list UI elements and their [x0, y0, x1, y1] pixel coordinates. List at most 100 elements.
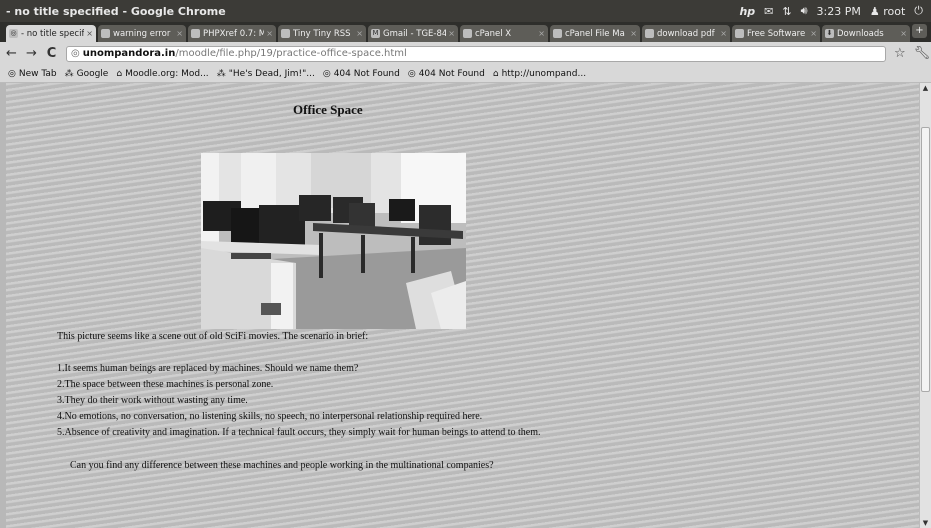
tab-practice-office-space[interactable]: ◎ - no title specif ×	[6, 25, 96, 42]
moodle-icon: ⁂	[64, 68, 74, 79]
window-title: - no title specified - Google Chrome	[6, 4, 226, 18]
bookmark-new-tab[interactable]: ◎ New Tab	[8, 69, 57, 79]
new-tab-button[interactable]: +	[912, 24, 927, 38]
bookmark-label: 404 Not Found	[418, 68, 485, 79]
bookmark-moodle-org[interactable]: ⌂ Moodle.org: Mod...	[116, 69, 208, 79]
address-bar[interactable]: ◎ unompandora.in/moodle/file.php/19/prac…	[66, 45, 886, 62]
tab-cpanel-x[interactable]: cPanel X ×	[460, 25, 548, 42]
mail-icon	[735, 29, 744, 38]
back-icon[interactable]: ←	[3, 46, 20, 61]
tab-label: - no title specif	[21, 28, 85, 39]
bookmark-star-icon[interactable]: ☆	[894, 46, 906, 61]
bookmark-label: Google	[76, 68, 109, 79]
tab-download-pdf[interactable]: download pdf ×	[642, 25, 730, 42]
address-path: /moodle/file.php/19/practice-office-spac…	[175, 48, 407, 59]
bookmark-hes-dead-jim[interactable]: ⁂ "He's Dead, Jim!"...	[217, 69, 315, 79]
reload-icon[interactable]: C	[43, 46, 60, 61]
moodle-icon: ⌂	[492, 68, 499, 79]
close-tab-icon[interactable]: ×	[266, 29, 273, 38]
wrench-icon[interactable]: 🔧︎	[914, 46, 931, 61]
bookmark-label: Moodle.org: Mod...	[125, 68, 209, 79]
intro-text: This picture seems like a scene out of o…	[57, 331, 369, 342]
tab-gmail[interactable]: M Gmail - TGE-84 ×	[368, 25, 458, 42]
list-item: 2.The space between these machines is pe…	[57, 379, 274, 390]
bookmark-google[interactable]: ⁂ Google	[65, 69, 109, 79]
cpanel-icon	[463, 29, 472, 38]
address-domain: unompandora.in	[82, 48, 176, 59]
tab-phpxref[interactable]: PHPXref 0.7: M ×	[188, 25, 276, 42]
close-tab-icon[interactable]: ×	[900, 29, 907, 38]
office-photo	[201, 153, 466, 329]
rss-icon	[281, 29, 290, 38]
question-text: Can you find any difference between thes…	[70, 460, 494, 471]
hp-logo-icon: hp	[739, 4, 756, 18]
globe-icon: ◎	[71, 48, 80, 59]
globe-icon: ◎	[322, 68, 331, 79]
globe-icon: ◎	[8, 68, 16, 79]
tab-tiny-tiny-rss[interactable]: Tiny Tiny RSS ×	[278, 25, 366, 42]
user-menu[interactable]: ♟ root	[870, 5, 905, 18]
volume-icon[interactable]: 🔊︎	[801, 4, 808, 18]
close-tab-icon[interactable]: ×	[86, 29, 93, 38]
close-tab-icon[interactable]: ×	[720, 29, 727, 38]
moodle-icon	[101, 29, 110, 38]
mail-icon[interactable]: ✉	[764, 5, 773, 18]
vertical-scrollbar[interactable]: ▲ ▼	[919, 83, 931, 528]
moodle-icon: ⁂	[216, 68, 226, 79]
points-list: 1.It seems human beings are replaced by …	[57, 361, 540, 441]
tab-free-software[interactable]: Free Software ×	[732, 25, 820, 42]
network-icon[interactable]: ⇅	[782, 5, 791, 18]
moodle-icon: ⌂	[116, 68, 123, 79]
bookmark-label: "He's Dead, Jim!"...	[228, 68, 315, 79]
close-tab-icon[interactable]: ×	[810, 29, 817, 38]
bookmark-label: http://unompand...	[501, 68, 587, 79]
tab-label: cPanel File Ma	[565, 28, 625, 39]
tab-downloads[interactable]: ⬇ Downloads ×	[822, 25, 910, 42]
close-tab-icon[interactable]: ×	[538, 29, 545, 38]
bookmark-404-not-found-2[interactable]: ◎ 404 Not Found	[408, 69, 485, 79]
tab-label: cPanel X	[475, 28, 512, 39]
bookmark-label: New Tab	[18, 68, 57, 79]
tab-label: download pdf	[657, 28, 715, 39]
page-content: Office Space This picture seems like a s…	[6, 83, 919, 528]
bookmark-unompandora[interactable]: ⌂ http://unompand...	[493, 69, 586, 79]
tab-label: Free Software	[747, 28, 806, 39]
page-title: Office Space	[293, 102, 363, 117]
download-icon: ⬇	[825, 29, 834, 38]
bookmark-label: 404 Not Found	[333, 68, 400, 79]
power-icon[interactable]: ⏻	[914, 4, 923, 18]
close-tab-icon[interactable]: ×	[448, 29, 455, 38]
tab-label: Downloads	[837, 28, 884, 39]
tab-label: Gmail - TGE-84	[383, 28, 447, 39]
close-tab-icon[interactable]: ×	[356, 29, 363, 38]
cpanel-icon	[553, 29, 562, 38]
bookmark-404-not-found-1[interactable]: ◎ 404 Not Found	[323, 69, 400, 79]
window-title-bar: - no title specified - Google Chrome hp …	[0, 0, 931, 22]
close-tab-icon[interactable]: ×	[176, 29, 183, 38]
clock[interactable]: 3:23 PM	[817, 5, 861, 18]
list-item: 4.No emotions, no conversation, no liste…	[57, 411, 483, 422]
browser-toolbar: ← → C ◎ unompandora.in/moodle/file.php/1…	[0, 42, 931, 65]
scroll-up-icon[interactable]: ▲	[920, 83, 931, 93]
scroll-down-icon[interactable]: ▼	[920, 518, 931, 528]
office-photo-graphic	[201, 153, 466, 329]
user-name: root	[883, 4, 906, 18]
moodle-icon	[645, 29, 654, 38]
user-icon: ♟	[869, 4, 880, 18]
close-tab-icon[interactable]: ×	[630, 29, 637, 38]
list-item: 1.It seems human beings are replaced by …	[57, 363, 359, 374]
gmail-icon: M	[371, 29, 380, 38]
tab-label: warning error	[113, 28, 171, 39]
tab-cpanel-file-manager[interactable]: cPanel File Ma ×	[550, 25, 640, 42]
tab-label: Tiny Tiny RSS	[293, 28, 351, 39]
list-item: 3.They do their work without wasting any…	[57, 395, 248, 406]
tab-label: PHPXref 0.7: M	[203, 28, 265, 39]
forward-icon[interactable]: →	[23, 46, 40, 61]
bookmarks-bar: ◎ New Tab ⁂ Google ⌂ Moodle.org: Mod... ⁂ "H…	[0, 65, 931, 83]
globe-icon: ◎	[9, 29, 18, 38]
tab-strip: ◎ - no title specif × warning error × PHPXr…	[0, 22, 931, 42]
moodle-icon	[191, 29, 200, 38]
scrollbar-thumb[interactable]	[921, 127, 930, 392]
tab-warning-error[interactable]: warning error ×	[98, 25, 186, 42]
list-item: 5.Absence of creativity and imagination.…	[57, 427, 541, 438]
